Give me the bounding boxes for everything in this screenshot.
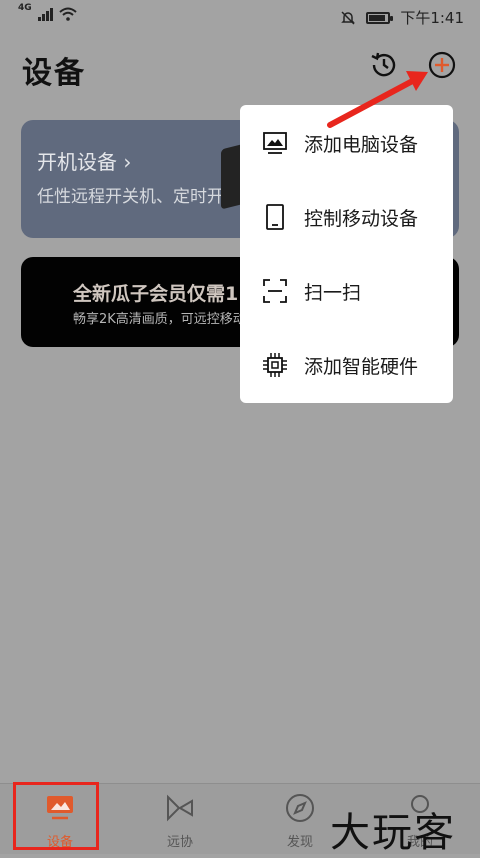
tablet-icon — [266, 204, 284, 230]
power-card-subtitle: 任性远程开关机、定时开 — [37, 187, 224, 207]
scan-icon — [263, 279, 287, 303]
annotation-highlight-box — [13, 782, 99, 850]
status-time: 下午1:41 — [400, 9, 464, 27]
status-bar: 4G 下午1:41 — [0, 0, 480, 34]
menu-item-label: 添加智能硬件 — [304, 355, 419, 378]
network-type: 4G — [18, 3, 32, 13]
computer-icon — [263, 132, 287, 154]
watermark: 大玩客 — [330, 810, 456, 856]
page-title: 设备 — [22, 56, 86, 91]
chip-icon — [263, 353, 287, 377]
compass-icon — [286, 794, 314, 822]
vip-card-title: 全新瓜子会员仅需1 — [73, 283, 239, 305]
menu-item-label: 扫一扫 — [304, 281, 362, 304]
remote-assist-icon — [167, 794, 193, 822]
menu-item-control-mobile[interactable]: 控制移动设备 — [240, 180, 453, 254]
add-menu: 添加电脑设备 控制移动设备 扫一扫 添加智能硬件 — [240, 105, 453, 403]
mute-bell-icon — [341, 10, 356, 25]
vip-card-subtitle: 畅享2K高清画质，可远控移动 — [73, 312, 246, 327]
signal-icon — [37, 7, 53, 21]
plus-circle-icon[interactable] — [427, 50, 457, 80]
tab-remote-assist[interactable]: 远协 — [120, 784, 240, 854]
power-card-title: 开机设备 › — [37, 150, 132, 174]
menu-item-label: 控制移动设备 — [304, 207, 419, 230]
menu-item-add-smart-hardware[interactable]: 添加智能硬件 — [240, 328, 453, 402]
menu-item-scan[interactable]: 扫一扫 — [240, 254, 453, 328]
annotation-arrow-icon — [327, 71, 428, 128]
wifi-icon — [58, 7, 77, 21]
tab-label: 远协 — [166, 835, 193, 850]
battery-icon — [366, 11, 394, 24]
